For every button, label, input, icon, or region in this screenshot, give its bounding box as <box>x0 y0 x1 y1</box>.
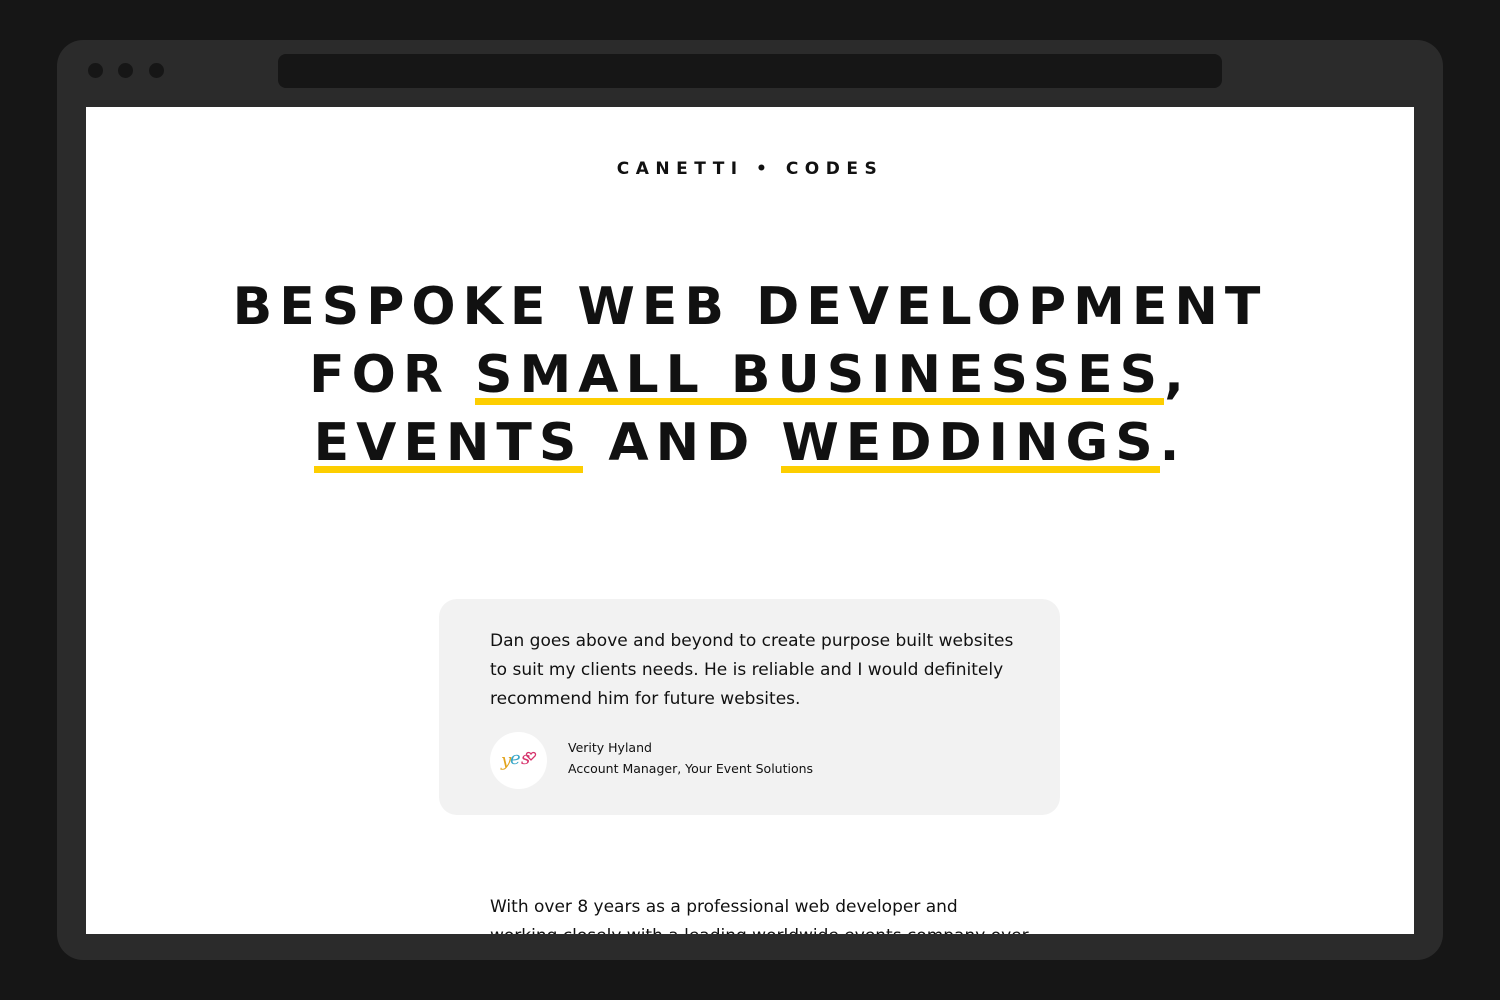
hero-line-3: EVENTS AND WEDDINGS. <box>86 409 1414 477</box>
hero-line-1: BESPOKE WEB DEVELOPMENT <box>232 277 1268 337</box>
hero-text: . <box>1159 413 1187 473</box>
site-logo[interactable]: CANETTI • CODES <box>86 159 1414 179</box>
address-bar[interactable] <box>278 54 1222 88</box>
hero-text: AND <box>583 413 782 473</box>
window-control-dot[interactable] <box>118 63 133 78</box>
client-logo-avatar: y e s <box>490 732 547 789</box>
testimonial-author-role: Account Manager, Your Event Solutions <box>568 761 814 776</box>
svg-text:e: e <box>510 748 521 769</box>
hero-highlight-events: EVENTS <box>313 413 584 473</box>
intro-paragraph: With over 8 years as a professional web … <box>490 897 1029 934</box>
hero-text: , <box>1164 345 1191 405</box>
hero-highlight-small-businesses: SMALL BUSINESSES <box>475 345 1165 405</box>
window-control-dot[interactable] <box>149 63 164 78</box>
hero-heading: BESPOKE WEB DEVELOPMENT FOR SMALL BUSINE… <box>86 273 1414 477</box>
hero-highlight-weddings: WEDDINGS <box>781 413 1160 473</box>
hero-text: FOR <box>309 345 476 405</box>
yes-logo-icon: y e s <box>500 748 537 771</box>
browser-window: CANETTI • CODES BESPOKE WEB DEVELOPMENT … <box>57 40 1443 960</box>
window-control-dot[interactable] <box>88 63 103 78</box>
testimonial-author-name: Verity Hyland <box>568 740 652 755</box>
testimonial-quote: Dan goes above and beyond to create purp… <box>490 631 1014 709</box>
page-viewport: CANETTI • CODES BESPOKE WEB DEVELOPMENT … <box>86 107 1414 934</box>
hero-line-2: FOR SMALL BUSINESSES, <box>86 341 1414 409</box>
testimonial-card: Dan goes above and beyond to create purp… <box>439 599 1060 815</box>
